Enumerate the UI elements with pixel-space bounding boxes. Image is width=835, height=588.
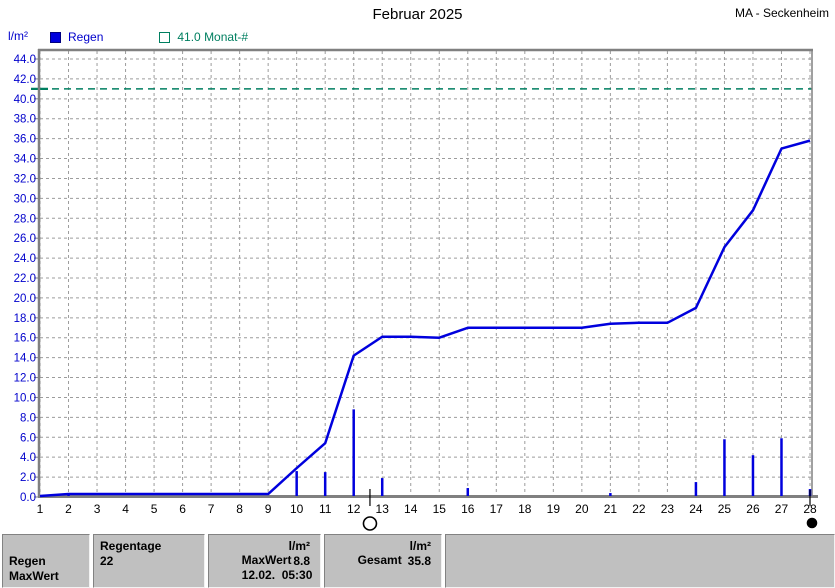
svg-text:5: 5 [151,502,158,516]
statusbar-panel-regentage: Regentage 22 [93,534,205,588]
svg-text:16.0: 16.0 [14,333,36,345]
statusbar-panel-empty [445,534,835,588]
svg-text:30.0: 30.0 [14,193,36,205]
rain-bars [40,409,810,496]
maxwert-datetime: 12.02. 05:30 [242,568,313,582]
svg-text:1: 1 [37,502,44,516]
rain-statistics-window: Februar 2025 MA - Seckenheim l/m² Regen … [0,0,835,588]
svg-text:13: 13 [376,502,390,516]
svg-text:28: 28 [803,502,817,516]
svg-text:26: 26 [746,502,760,516]
maxwert-value-row: 12.02. 05:30 8.8 [215,554,315,568]
statusbar-panel-maxwert: MaxWert l/m² 12.02. 05:30 8.8 [208,534,321,588]
statusbar-row-label-regen: Regen [9,554,84,568]
svg-text:3: 3 [94,502,101,516]
v-gridlines [40,51,810,496]
gesamt-value: 35.8 [408,554,431,568]
svg-text:28.0: 28.0 [14,213,36,225]
svg-text:15: 15 [433,502,447,516]
statusbar-row-label-maxwert: MaxWert [9,569,84,583]
svg-text:19: 19 [547,502,561,516]
svg-text:11: 11 [319,502,332,516]
maxwert-unit: l/m² [289,539,310,553]
svg-text:9: 9 [265,502,272,516]
gesamt-unit: l/m² [410,539,431,553]
y-axis-labels: 0.0 2.0 4.0 6.0 8.0 10.0 12.0 14.0 16.0 18.0 20.0 2… [14,54,36,504]
svg-text:16: 16 [461,502,475,516]
svg-text:2: 2 [65,502,72,516]
maxwert-header: MaxWert l/m² [215,539,315,553]
svg-text:32.0: 32.0 [14,173,36,185]
svg-text:7: 7 [208,502,215,516]
svg-text:2.0: 2.0 [20,472,36,484]
x-axis-labels: 1234567891011121314151617181920212223242… [37,502,817,516]
svg-text:20.0: 20.0 [14,293,36,305]
svg-text:38.0: 38.0 [14,114,36,126]
svg-text:4.0: 4.0 [20,452,36,464]
svg-text:23: 23 [661,502,675,516]
svg-text:8.0: 8.0 [20,412,36,424]
svg-text:18.0: 18.0 [14,313,36,325]
regentage-value: 22 [100,554,199,568]
svg-text:22.0: 22.0 [14,273,36,285]
svg-text:22: 22 [632,502,646,516]
svg-text:6: 6 [179,502,186,516]
gesamt-value-row: 35.8 [331,554,436,568]
svg-text:24: 24 [689,502,703,516]
svg-text:24.0: 24.0 [14,253,36,265]
svg-text:21: 21 [604,502,618,516]
svg-text:14: 14 [404,502,418,516]
svg-text:12.0: 12.0 [14,373,36,385]
svg-text:12: 12 [347,502,361,516]
regentage-header: Regentage [100,539,199,553]
svg-text:17: 17 [490,502,504,516]
svg-text:42.0: 42.0 [14,74,36,86]
svg-text:10.0: 10.0 [14,392,36,404]
svg-text:4: 4 [122,502,129,516]
statusbar: Regen MaxWert Regentage 22 MaxWert l/m² … [0,534,835,588]
statusbar-panel-series: Regen MaxWert [2,534,90,588]
full-moon-icon [363,517,376,530]
svg-text:25: 25 [718,502,732,516]
svg-text:14.0: 14.0 [14,353,36,365]
statusbar-panel-gesamt: Gesamt l/m² 35.8 [324,534,442,588]
svg-text:6.0: 6.0 [20,432,36,444]
svg-text:0.0: 0.0 [20,492,36,504]
new-moon-icon [808,519,817,528]
svg-text:26.0: 26.0 [14,233,36,245]
svg-text:10: 10 [290,502,304,516]
maxwert-value: 8.8 [293,554,310,568]
svg-text:40.0: 40.0 [14,94,36,106]
svg-text:20: 20 [575,502,589,516]
svg-text:34.0: 34.0 [14,154,36,166]
gesamt-header: Gesamt l/m² [331,539,436,553]
chart-frame [38,49,818,497]
rain-chart: 0.0 2.0 4.0 6.0 8.0 10.0 12.0 14.0 16.0 18.0 20.0 2… [0,0,835,588]
svg-text:44.0: 44.0 [14,54,36,66]
svg-text:36.0: 36.0 [14,134,36,146]
svg-text:8: 8 [236,502,243,516]
svg-text:27: 27 [775,502,789,516]
svg-text:18: 18 [518,502,532,516]
